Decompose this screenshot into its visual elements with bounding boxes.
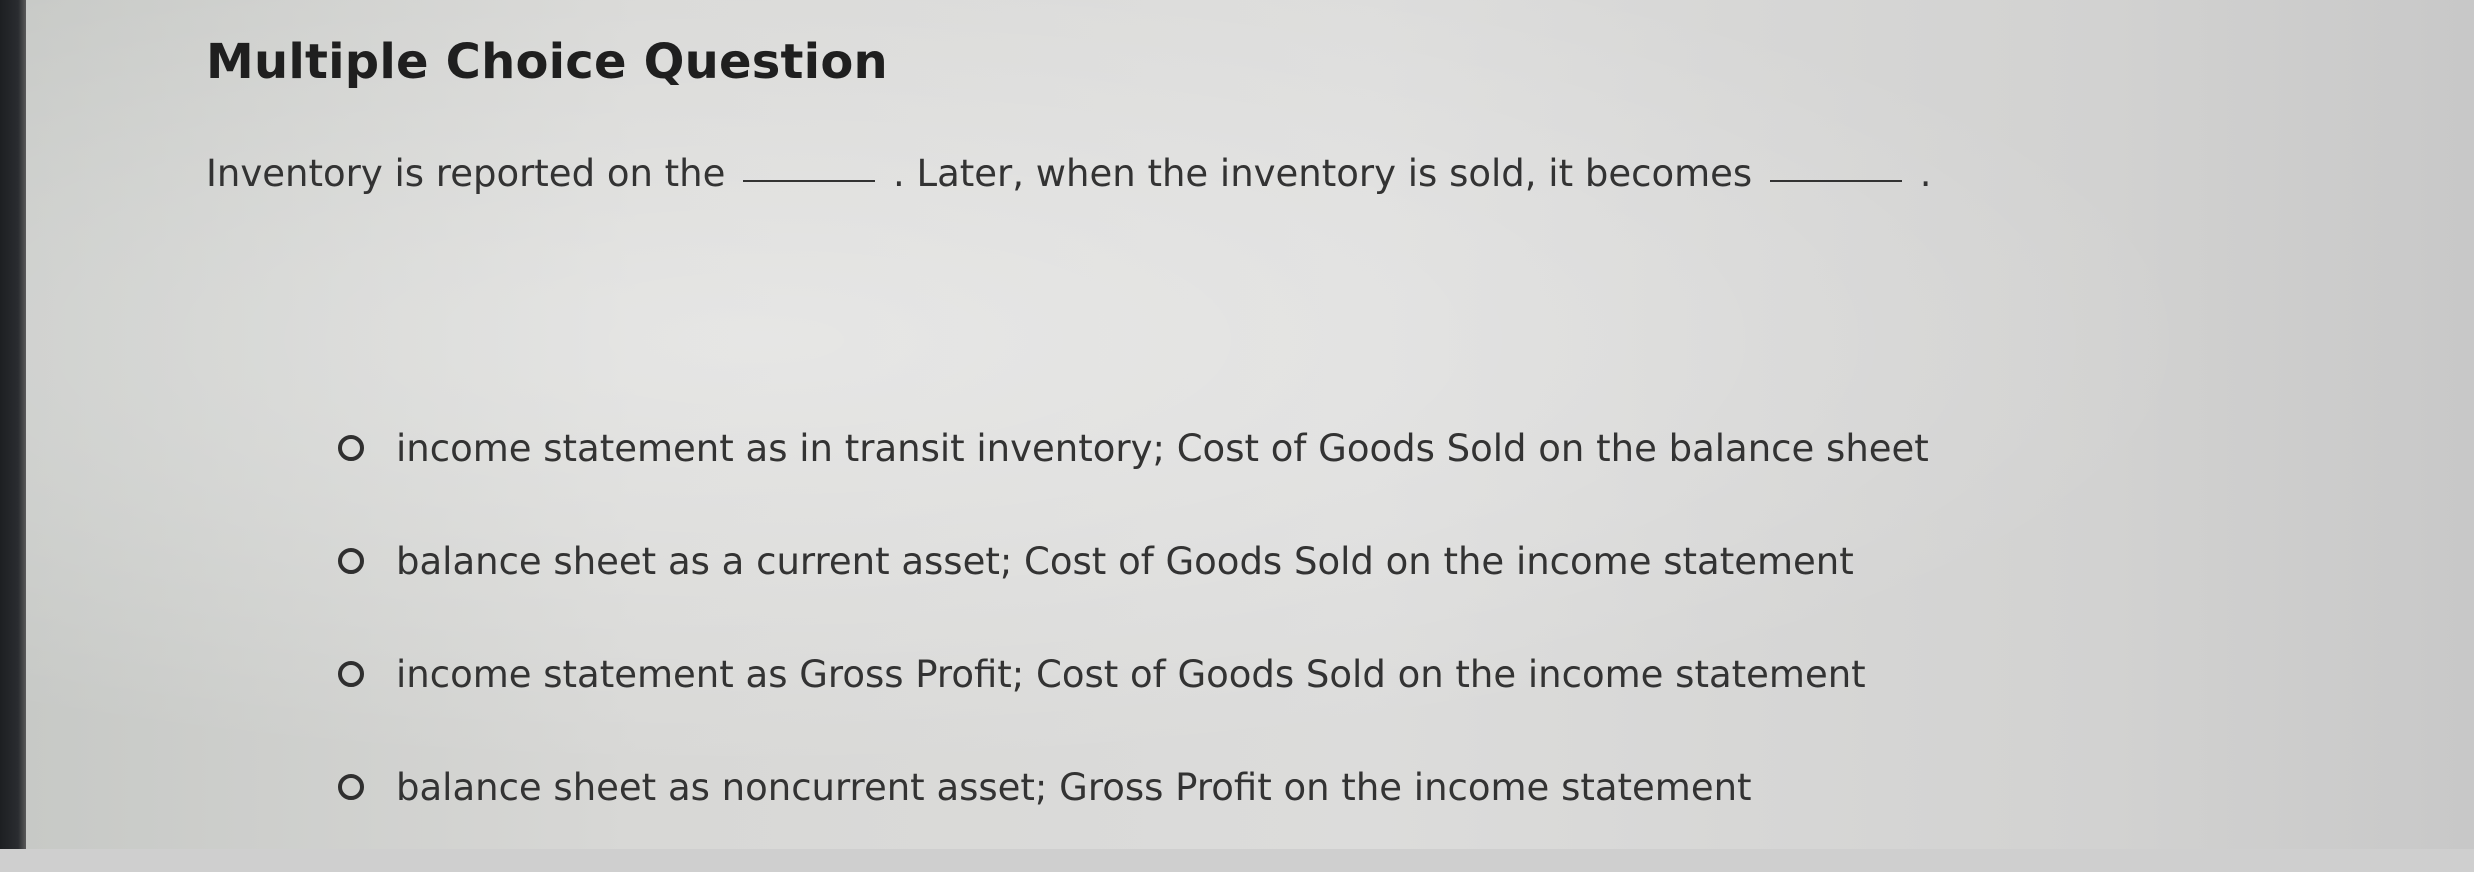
answer-option[interactable]: income statement as Gross Profit; Cost o… bbox=[338, 646, 2338, 702]
answer-option[interactable]: income statement as in transit inventory… bbox=[338, 420, 2338, 476]
question-page: Multiple Choice Question Inventory is re… bbox=[26, 0, 2474, 849]
page-title: Multiple Choice Question bbox=[206, 34, 888, 90]
answer-option-label[interactable]: income statement as Gross Profit; Cost o… bbox=[396, 653, 1866, 696]
radio-button-icon[interactable] bbox=[338, 435, 364, 461]
answer-options: income statement as in transit inventory… bbox=[338, 420, 2338, 872]
radio-button-icon[interactable] bbox=[338, 548, 364, 574]
question-blank-1 bbox=[743, 180, 876, 182]
radio-button-icon[interactable] bbox=[338, 774, 364, 800]
radio-button-icon[interactable] bbox=[338, 661, 364, 687]
answer-option[interactable]: balance sheet as noncurrent asset; Gross… bbox=[338, 759, 2338, 815]
question-blank-2 bbox=[1769, 180, 1902, 182]
answer-option-label[interactable]: income statement as in transit inventory… bbox=[396, 427, 1929, 470]
question-text-part1: Inventory is reported on the bbox=[206, 152, 726, 195]
question-text: Inventory is reported on the . Later, wh… bbox=[206, 152, 1931, 195]
question-text-part2: . Later, when the inventory is sold, it … bbox=[892, 152, 1753, 195]
answer-option-label[interactable]: balance sheet as noncurrent asset; Gross… bbox=[396, 766, 1752, 809]
left-screen-edge bbox=[0, 0, 26, 849]
answer-option[interactable]: balance sheet as a current asset; Cost o… bbox=[338, 533, 2338, 589]
question-text-part3: . bbox=[1919, 152, 1932, 195]
answer-option-label[interactable]: balance sheet as a current asset; Cost o… bbox=[396, 540, 1854, 583]
